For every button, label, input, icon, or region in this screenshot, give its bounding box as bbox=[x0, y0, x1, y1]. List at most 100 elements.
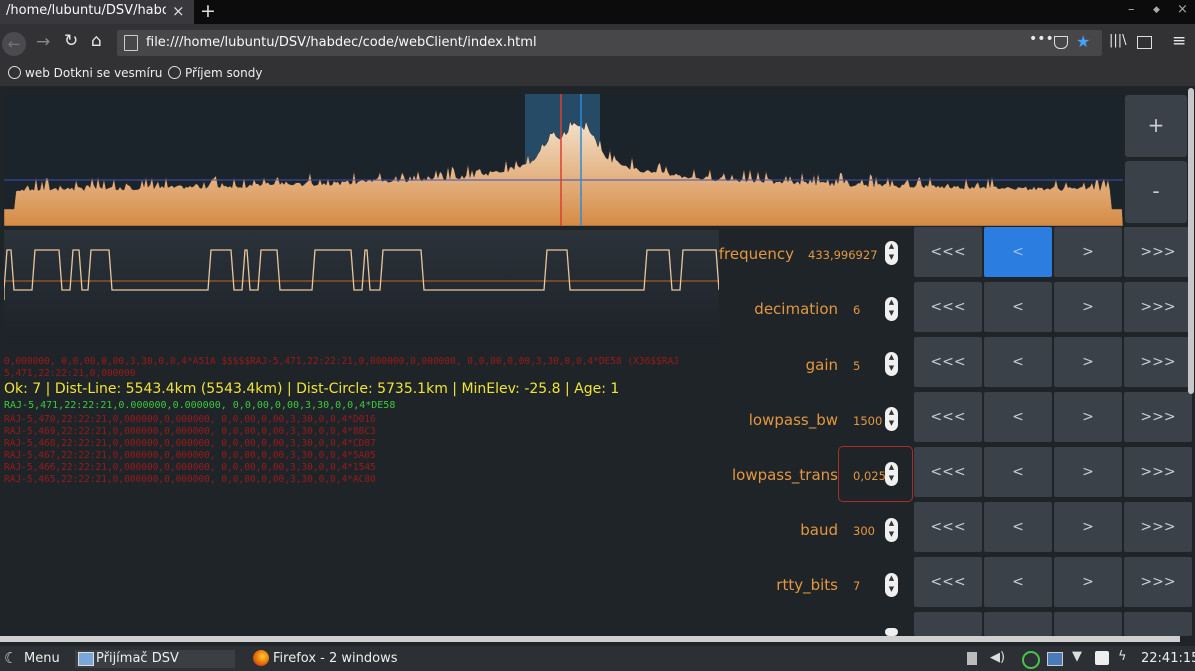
page-actions-icon[interactable]: ••• bbox=[1029, 31, 1054, 47]
log-line: RAJ-5,467,22:22:21,0,000000,0,000000, 0,… bbox=[4, 450, 376, 461]
param-label-lowpass-trans: lowpass_trans bbox=[731, 466, 838, 484]
step-fast-up-button[interactable]: >>> bbox=[1124, 447, 1192, 497]
vertical-scrollbar[interactable] bbox=[1188, 88, 1194, 394]
spinner-icon[interactable]: ▲ ▼ bbox=[885, 241, 898, 265]
param-value-baud[interactable]: 300 bbox=[853, 524, 875, 538]
tab-title: /home/lubuntu/DSV/habdec bbox=[6, 3, 166, 18]
step-fast-up-button[interactable]: >>> bbox=[1124, 557, 1192, 607]
step-down-button[interactable]: < bbox=[984, 337, 1052, 387]
home-icon[interactable]: ⌂ bbox=[91, 31, 102, 51]
bitstream-trace bbox=[4, 249, 719, 300]
step-fast-down-button[interactable] bbox=[914, 612, 982, 636]
notes-icon[interactable] bbox=[1095, 651, 1109, 665]
display-icon[interactable] bbox=[1047, 652, 1063, 666]
param-label-baud: baud bbox=[800, 521, 838, 539]
volume-icon[interactable]: ◀) bbox=[990, 650, 1005, 665]
window-close-icon[interactable]: × bbox=[1177, 2, 1188, 17]
url-text[interactable]: file:///home/lubuntu/DSV/habdec/code/web… bbox=[146, 35, 537, 50]
log-line: RAJ-5,469,22:22:21,0,000000,0,000000, 0,… bbox=[4, 426, 376, 437]
battery-icon[interactable]: ϟ bbox=[1118, 649, 1127, 664]
status-line: Ok: 7 | Dist-Line: 5543.4km (5543.4km) |… bbox=[4, 381, 620, 397]
step-fast-down-button[interactable]: <<< bbox=[914, 502, 982, 552]
step-fast-down-button[interactable]: <<< bbox=[914, 337, 982, 387]
last-good-sentence: RAJ-5,471,22:22:21,0.000000,0.000000, 0,… bbox=[4, 400, 396, 411]
step-down-button[interactable] bbox=[984, 612, 1052, 636]
step-down-button[interactable]: < bbox=[984, 502, 1052, 552]
menu-icon[interactable]: ≡ bbox=[1172, 31, 1186, 51]
spinner-icon[interactable]: ▲ ▼ bbox=[885, 518, 898, 542]
globe-icon bbox=[8, 66, 21, 79]
step-down-button[interactable]: < bbox=[984, 447, 1052, 497]
log-line: 0,000000, 0,0,00,0,00,3,30,0,0,4*A51A $$… bbox=[4, 356, 679, 367]
wifi-icon[interactable]: ▼ bbox=[1072, 649, 1082, 664]
step-up-button[interactable]: > bbox=[1054, 227, 1122, 277]
param-value-rtty-bits[interactable]: 7 bbox=[853, 579, 860, 593]
bookmark-web-dotkni[interactable]: web Dotkni se vesmíru bbox=[8, 66, 162, 80]
spectrum-display[interactable] bbox=[4, 94, 1123, 226]
param-value-lowpass-bw[interactable]: 1500 bbox=[853, 414, 882, 428]
zoom-in-button[interactable]: + bbox=[1125, 95, 1187, 157]
step-fast-down-button[interactable]: <<< bbox=[914, 557, 982, 607]
log-line: RAJ-5,466,22:22:21,0,000000,0,000000, 0,… bbox=[4, 462, 376, 473]
update-icon[interactable] bbox=[1022, 651, 1040, 669]
tab-close-icon[interactable]: × bbox=[172, 2, 185, 20]
step-fast-up-button[interactable]: >>> bbox=[1124, 392, 1192, 442]
clipboard-icon[interactable] bbox=[967, 652, 977, 665]
pocket-icon[interactable] bbox=[1054, 36, 1068, 49]
param-label-decimation: decimation bbox=[754, 300, 838, 318]
step-fast-down-button[interactable]: <<< bbox=[914, 447, 982, 497]
sidebar-icon[interactable] bbox=[1137, 36, 1152, 49]
step-down-button[interactable]: < bbox=[984, 282, 1052, 332]
bookmark-star-icon[interactable]: ★ bbox=[1076, 32, 1090, 51]
step-fast-up-button[interactable]: >>> bbox=[1124, 282, 1192, 332]
page-info-icon[interactable] bbox=[124, 35, 138, 51]
clock[interactable]: 22:41:15 bbox=[1141, 651, 1195, 666]
spinner-icon[interactable] bbox=[885, 628, 898, 636]
zoom-out-button[interactable]: - bbox=[1125, 161, 1187, 223]
back-arrow-icon[interactable]: ← bbox=[2, 32, 26, 56]
step-fast-up-button[interactable] bbox=[1124, 612, 1192, 636]
start-menu-button[interactable]: Menu bbox=[24, 651, 60, 666]
maximize-icon[interactable]: ◆ bbox=[1153, 5, 1160, 15]
param-value-decimation[interactable]: 6 bbox=[853, 303, 860, 317]
globe-icon bbox=[168, 66, 181, 79]
window-icon bbox=[78, 652, 94, 666]
menu-logo-icon[interactable]: ☾ bbox=[4, 649, 17, 667]
param-value-gain[interactable]: 5 bbox=[853, 359, 860, 373]
spinner-icon[interactable]: ▲ ▼ bbox=[885, 462, 898, 486]
taskbar-app-firefox[interactable]: Firefox - 2 windows bbox=[273, 651, 397, 666]
spinner-icon[interactable]: ▲ ▼ bbox=[885, 352, 898, 376]
spinner-icon[interactable]: ▲ ▼ bbox=[885, 573, 898, 597]
step-down-button[interactable]: < bbox=[984, 557, 1052, 607]
param-value-lowpass-trans[interactable]: 0,025 bbox=[853, 469, 886, 483]
forward-arrow-icon[interactable]: → bbox=[36, 32, 50, 52]
step-down-button[interactable]: < bbox=[984, 392, 1052, 442]
bookmark-prijem-sondy[interactable]: Příjem sondy bbox=[168, 66, 262, 80]
step-up-button[interactable]: > bbox=[1054, 282, 1122, 332]
step-down-button[interactable]: < bbox=[984, 227, 1052, 277]
library-icon[interactable]: |||\ bbox=[1109, 33, 1127, 48]
log-line: RAJ-5,465,22:22:21,0,000000,0,000000, 0,… bbox=[4, 474, 376, 485]
step-up-button[interactable]: > bbox=[1054, 337, 1122, 387]
new-tab-icon[interactable]: + bbox=[200, 0, 216, 22]
step-up-button[interactable] bbox=[1054, 612, 1122, 636]
reload-icon[interactable]: ↻ bbox=[64, 31, 78, 51]
step-up-button[interactable]: > bbox=[1054, 447, 1122, 497]
step-up-button[interactable]: > bbox=[1054, 392, 1122, 442]
spinner-icon[interactable]: ▲ ▼ bbox=[885, 297, 898, 321]
minimize-icon[interactable]: – bbox=[1128, 2, 1135, 17]
param-label-lowpass-bw: lowpass_bw bbox=[748, 411, 838, 429]
param-value-frequency[interactable]: 433,996927 bbox=[808, 248, 878, 262]
browser-tab[interactable]: /home/lubuntu/DSV/habdec × bbox=[0, 0, 194, 24]
step-fast-down-button[interactable]: <<< bbox=[914, 227, 982, 277]
horizontal-scrollbar[interactable] bbox=[0, 636, 1180, 642]
spinner-icon[interactable]: ▲ ▼ bbox=[885, 407, 898, 431]
step-up-button[interactable]: > bbox=[1054, 557, 1122, 607]
spectrum-trace bbox=[4, 120, 1123, 226]
step-fast-up-button[interactable]: >>> bbox=[1124, 337, 1192, 387]
step-fast-down-button[interactable]: <<< bbox=[914, 392, 982, 442]
step-fast-down-button[interactable]: <<< bbox=[914, 282, 982, 332]
step-fast-up-button[interactable]: >>> bbox=[1124, 502, 1192, 552]
step-fast-up-button[interactable]: >>> bbox=[1124, 227, 1192, 277]
step-up-button[interactable]: > bbox=[1054, 502, 1122, 552]
